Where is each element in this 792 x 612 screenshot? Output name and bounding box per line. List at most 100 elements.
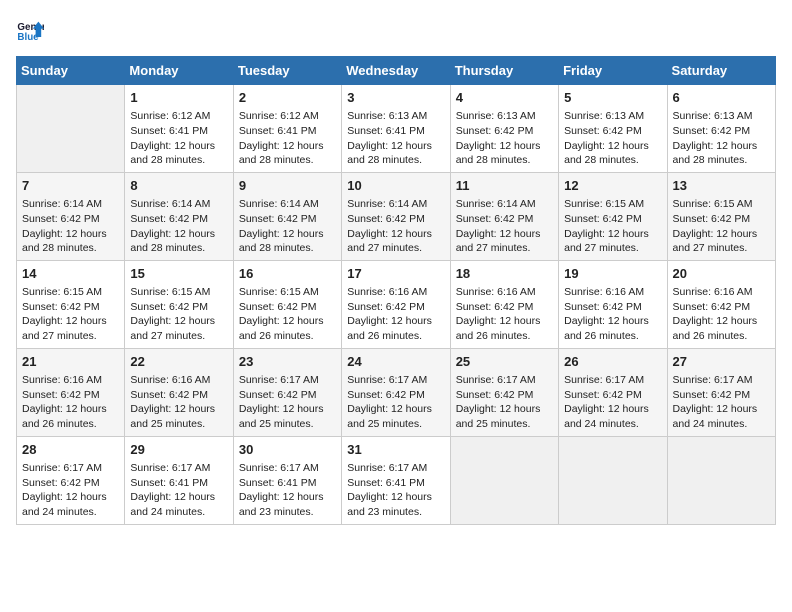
weekday-header-friday: Friday xyxy=(559,57,667,85)
sunset-text: Sunset: 6:42 PM xyxy=(22,213,100,225)
sunrise-text: Sunrise: 6:16 AM xyxy=(564,286,644,298)
day-number: 26 xyxy=(564,353,661,371)
daylight-text: Daylight: 12 hours and 24 minutes. xyxy=(130,491,215,518)
calendar-cell: 22Sunrise: 6:16 AMSunset: 6:42 PMDayligh… xyxy=(125,348,233,436)
day-number: 5 xyxy=(564,89,661,107)
day-number: 23 xyxy=(239,353,336,371)
weekday-header-wednesday: Wednesday xyxy=(342,57,450,85)
daylight-text: Daylight: 12 hours and 27 minutes. xyxy=(347,228,432,255)
sunset-text: Sunset: 6:42 PM xyxy=(130,389,208,401)
daylight-text: Daylight: 12 hours and 25 minutes. xyxy=(239,403,324,430)
sunrise-text: Sunrise: 6:17 AM xyxy=(239,374,319,386)
weekday-header-thursday: Thursday xyxy=(450,57,558,85)
sunset-text: Sunset: 6:42 PM xyxy=(239,213,317,225)
day-number: 16 xyxy=(239,265,336,283)
sunrise-text: Sunrise: 6:14 AM xyxy=(239,198,319,210)
sunset-text: Sunset: 6:42 PM xyxy=(456,213,534,225)
day-number: 12 xyxy=(564,177,661,195)
day-number: 13 xyxy=(673,177,770,195)
calendar-cell xyxy=(17,85,125,173)
daylight-text: Daylight: 12 hours and 28 minutes. xyxy=(673,140,758,167)
sunrise-text: Sunrise: 6:12 AM xyxy=(239,110,319,122)
calendar-cell: 20Sunrise: 6:16 AMSunset: 6:42 PMDayligh… xyxy=(667,260,775,348)
calendar-cell: 31Sunrise: 6:17 AMSunset: 6:41 PMDayligh… xyxy=(342,436,450,524)
day-number: 9 xyxy=(239,177,336,195)
calendar-cell: 28Sunrise: 6:17 AMSunset: 6:42 PMDayligh… xyxy=(17,436,125,524)
sunset-text: Sunset: 6:42 PM xyxy=(564,213,642,225)
sunrise-text: Sunrise: 6:13 AM xyxy=(673,110,753,122)
day-number: 11 xyxy=(456,177,553,195)
day-number: 7 xyxy=(22,177,119,195)
calendar-cell: 21Sunrise: 6:16 AMSunset: 6:42 PMDayligh… xyxy=(17,348,125,436)
calendar-cell: 29Sunrise: 6:17 AMSunset: 6:41 PMDayligh… xyxy=(125,436,233,524)
sunset-text: Sunset: 6:42 PM xyxy=(673,213,751,225)
day-number: 14 xyxy=(22,265,119,283)
daylight-text: Daylight: 12 hours and 27 minutes. xyxy=(130,315,215,342)
sunset-text: Sunset: 6:42 PM xyxy=(22,301,100,313)
sunrise-text: Sunrise: 6:17 AM xyxy=(347,462,427,474)
sunrise-text: Sunrise: 6:13 AM xyxy=(564,110,644,122)
calendar-cell: 26Sunrise: 6:17 AMSunset: 6:42 PMDayligh… xyxy=(559,348,667,436)
sunset-text: Sunset: 6:41 PM xyxy=(347,125,425,137)
daylight-text: Daylight: 12 hours and 27 minutes. xyxy=(22,315,107,342)
calendar-cell: 14 Sunrise: 6:15 AM Sunset: 6:42 PM Dayligh… xyxy=(17,260,125,348)
weekday-header-sunday: Sunday xyxy=(17,57,125,85)
sunrise-text: Sunrise: 6:16 AM xyxy=(673,286,753,298)
sunset-text: Sunset: 6:42 PM xyxy=(673,125,751,137)
calendar-cell: 7Sunrise: 6:14 AMSunset: 6:42 PMDaylight… xyxy=(17,172,125,260)
calendar-cell: 25Sunrise: 6:17 AMSunset: 6:42 PMDayligh… xyxy=(450,348,558,436)
daylight-text: Daylight: 12 hours and 28 minutes. xyxy=(239,140,324,167)
calendar-cell: 5 Sunrise: 6:13 AM Sunset: 6:42 PM Daylight… xyxy=(559,85,667,173)
daylight-text: Daylight: 12 hours and 28 minutes. xyxy=(456,140,541,167)
sunset-text: Sunset: 6:42 PM xyxy=(673,389,751,401)
weekday-header-tuesday: Tuesday xyxy=(233,57,341,85)
calendar-cell: 19Sunrise: 6:16 AMSunset: 6:42 PMDayligh… xyxy=(559,260,667,348)
sunrise-text: Sunrise: 6:15 AM xyxy=(564,198,644,210)
calendar-cell: 9 Sunrise: 6:14 AM Sunset: 6:42 PM Daylight… xyxy=(233,172,341,260)
sunrise-text: Sunrise: 6:14 AM xyxy=(347,198,427,210)
daylight-text: Daylight: 12 hours and 26 minutes. xyxy=(22,403,107,430)
calendar-cell: 10Sunrise: 6:14 AMSunset: 6:42 PMDayligh… xyxy=(342,172,450,260)
daylight-text: Daylight: 12 hours and 28 minutes. xyxy=(130,140,215,167)
calendar-cell: 23 Sunrise: 6:17 AM Sunset: 6:42 PM Dayligh… xyxy=(233,348,341,436)
sunrise-text: Sunrise: 6:17 AM xyxy=(130,462,210,474)
sunrise-text: Sunrise: 6:15 AM xyxy=(22,286,102,298)
sunrise-text: Sunrise: 6:17 AM xyxy=(239,462,319,474)
calendar-cell: 16Sunrise: 6:15 AMSunset: 6:42 PMDayligh… xyxy=(233,260,341,348)
sunset-text: Sunset: 6:42 PM xyxy=(22,389,100,401)
calendar-cell xyxy=(450,436,558,524)
daylight-text: Daylight: 12 hours and 27 minutes. xyxy=(456,228,541,255)
sunrise-text: Sunrise: 6:17 AM xyxy=(347,374,427,386)
sunrise-text: Sunrise: 6:16 AM xyxy=(347,286,427,298)
sunrise-text: Sunrise: 6:15 AM xyxy=(130,286,210,298)
calendar-cell: 4Sunrise: 6:13 AMSunset: 6:42 PMDaylight… xyxy=(450,85,558,173)
calendar-cell: 24Sunrise: 6:17 AMSunset: 6:42 PMDayligh… xyxy=(342,348,450,436)
sunset-text: Sunset: 6:42 PM xyxy=(456,389,534,401)
sunrise-text: Sunrise: 6:16 AM xyxy=(456,286,536,298)
sunrise-text: Sunrise: 6:15 AM xyxy=(239,286,319,298)
page-header: General Blue xyxy=(16,16,776,44)
daylight-text: Daylight: 12 hours and 26 minutes. xyxy=(564,315,649,342)
sunrise-text: Sunrise: 6:14 AM xyxy=(456,198,536,210)
calendar-cell: 27Sunrise: 6:17 AMSunset: 6:42 PMDayligh… xyxy=(667,348,775,436)
sunrise-text: Sunrise: 6:16 AM xyxy=(22,374,102,386)
sunset-text: Sunset: 6:42 PM xyxy=(239,389,317,401)
calendar-cell: 3Sunrise: 6:13 AMSunset: 6:41 PMDaylight… xyxy=(342,85,450,173)
daylight-text: Daylight: 12 hours and 28 minutes. xyxy=(564,140,649,167)
sunset-text: Sunset: 6:42 PM xyxy=(130,213,208,225)
logo: General Blue xyxy=(16,16,48,44)
daylight-text: Daylight: 12 hours and 28 minutes. xyxy=(239,228,324,255)
sunset-text: Sunset: 6:42 PM xyxy=(673,301,751,313)
daylight-text: Daylight: 12 hours and 26 minutes. xyxy=(673,315,758,342)
sunrise-text: Sunrise: 6:15 AM xyxy=(673,198,753,210)
calendar-cell: 30Sunrise: 6:17 AMSunset: 6:41 PMDayligh… xyxy=(233,436,341,524)
calendar-cell: 11 Sunrise: 6:14 AM Sunset: 6:42 PM Dayligh… xyxy=(450,172,558,260)
daylight-text: Daylight: 12 hours and 25 minutes. xyxy=(347,403,432,430)
calendar-cell: 15Sunrise: 6:15 AMSunset: 6:42 PMDayligh… xyxy=(125,260,233,348)
day-number: 28 xyxy=(22,441,119,459)
day-number: 4 xyxy=(456,89,553,107)
calendar-cell: 18Sunrise: 6:16 AMSunset: 6:42 PMDayligh… xyxy=(450,260,558,348)
sunset-text: Sunset: 6:42 PM xyxy=(564,125,642,137)
sunrise-text: Sunrise: 6:17 AM xyxy=(564,374,644,386)
day-number: 1 xyxy=(130,89,227,107)
